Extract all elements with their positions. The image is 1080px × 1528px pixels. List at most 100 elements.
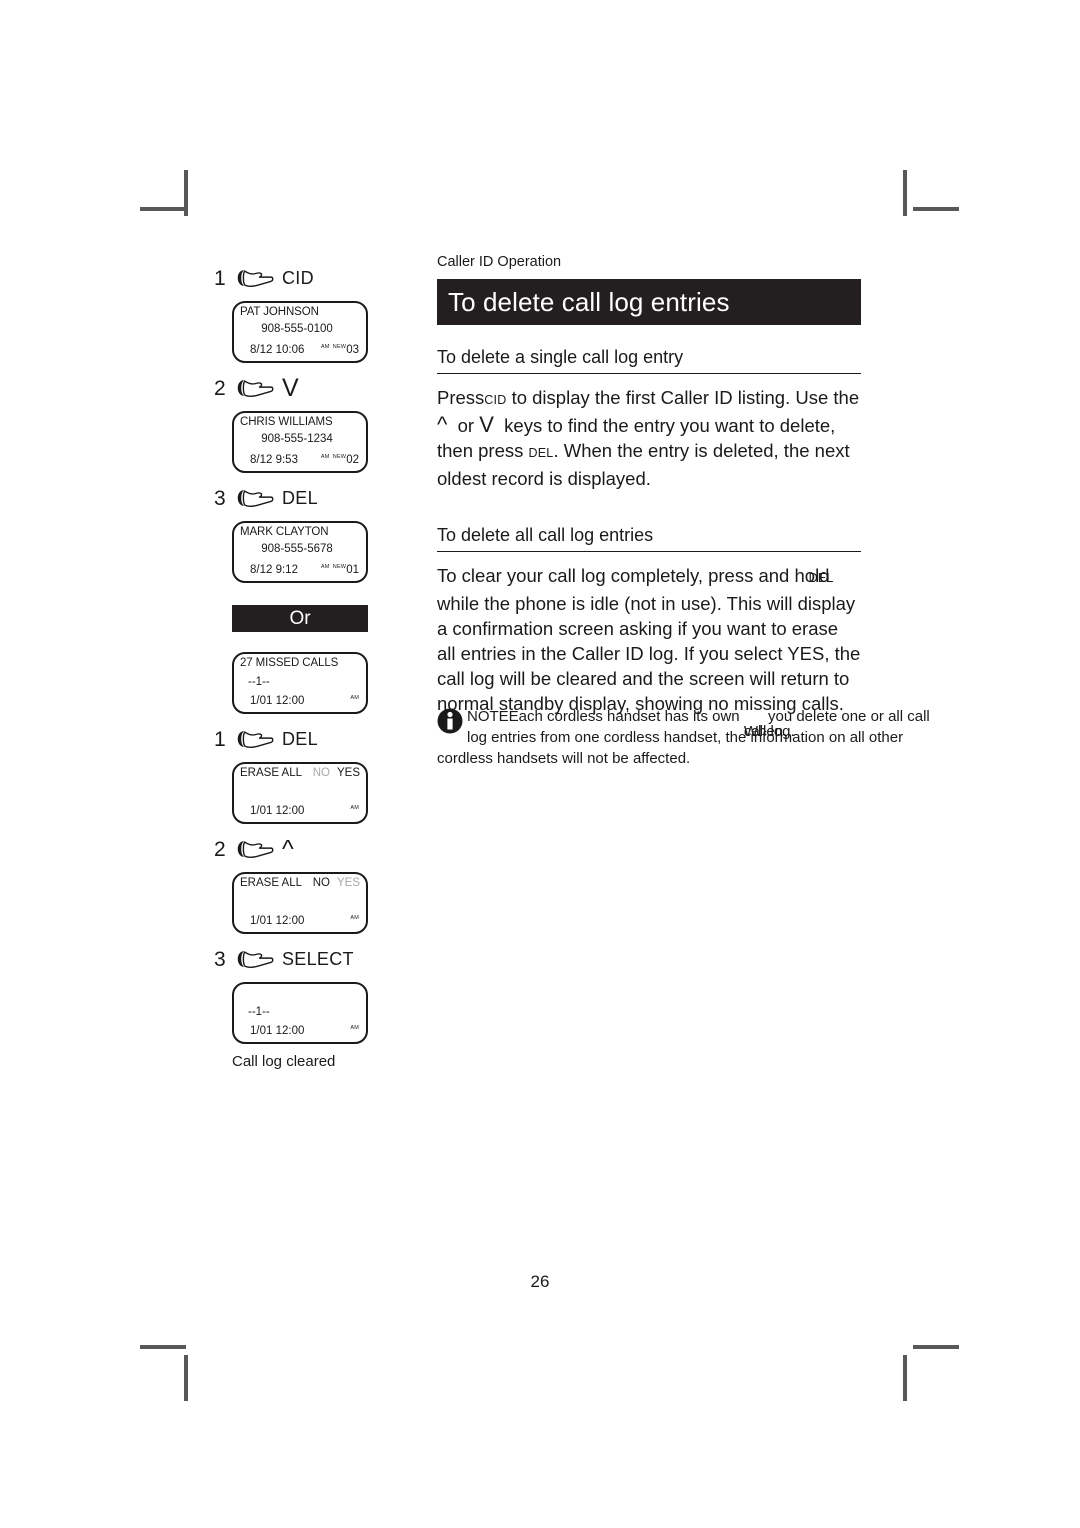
- lcd-flag-am: AM: [350, 1025, 359, 1031]
- lcd-record-index: 01: [346, 564, 359, 576]
- step-number: 1: [214, 727, 226, 751]
- key-up-arrow: ^: [437, 412, 448, 437]
- pointing-hand-icon: [236, 727, 276, 751]
- crop-mark-top-right-horizontal: [913, 207, 959, 211]
- lcd-status-flags: AM: [350, 805, 359, 817]
- step-row-all-2: 2 ^: [214, 833, 406, 865]
- key-del: DEL: [808, 571, 834, 585]
- lcd-option-no: NO: [312, 767, 330, 779]
- step-row-single-1: 1 CID: [214, 262, 406, 294]
- lcd-handset-id: --1--: [248, 676, 270, 688]
- lcd-caller-number: 908-555-1234: [261, 433, 333, 445]
- lcd-screen-chris-williams: CHRIS WILLIAMS 908-555-1234 8/12 9:53 AM…: [232, 411, 368, 473]
- section-body-all: To clear your call log completely, press…: [437, 563, 861, 716]
- crop-mark-bottom-left-vertical: [184, 1355, 188, 1401]
- lcd-screen-call-log-cleared: --1-- 1/01 12:00 AM: [232, 982, 368, 1044]
- key-down-arrow: V: [479, 412, 494, 437]
- pointing-hand-icon: [236, 837, 276, 861]
- step-key-label: DEL: [282, 487, 318, 508]
- step-number: 3: [214, 947, 226, 971]
- content-column: Caller ID Operation To delete call log e…: [437, 254, 861, 716]
- page-number: 26: [530, 1272, 550, 1291]
- lcd-option-yes: YES: [336, 877, 360, 889]
- lcd-status-flags: AM: [350, 1025, 359, 1037]
- lcd-screen-erase-all-no: ERASE ALL NO YES 1/01 12:00 AM: [232, 872, 368, 934]
- lcd-status-flags: AM NEW03: [321, 344, 359, 356]
- lcd-date-time: 1/01 12:00: [250, 805, 305, 817]
- section-body-single: PressCID to display the first Caller ID …: [437, 385, 861, 491]
- lcd-date-time: 8/12 9:53: [250, 454, 298, 466]
- body-text-part: to display the first Caller ID listing. …: [506, 387, 860, 408]
- section-heading-all: To delete all call log entries: [437, 525, 861, 552]
- page-title: To delete call log entries: [448, 286, 730, 317]
- step-key-label: CID: [282, 267, 314, 288]
- lcd-handset-id: --1--: [248, 1006, 270, 1018]
- illustration-caption: Call log cleared: [232, 1053, 336, 1070]
- step-number: 2: [214, 376, 226, 400]
- lcd-screen-erase-all-yes: ERASE ALL NO YES 1/01 12:00 AM: [232, 762, 368, 824]
- lcd-screen-pat-johnson: PAT JOHNSON 908-555-0100 8/12 10:06 AM N…: [232, 301, 368, 363]
- step-row-all-1: 1 DEL: [214, 723, 406, 755]
- lcd-status-flags: AM: [350, 915, 359, 927]
- pointing-hand-icon: [236, 376, 276, 400]
- note-block: NOTEEach cordless handset has its own ca…: [437, 706, 942, 769]
- lcd-option-yes: YES: [336, 767, 360, 779]
- body-text-part: To clear your call log completely, press…: [437, 565, 835, 586]
- lcd-flag-new: NEW: [332, 454, 347, 460]
- step-row-single-2: 2 V: [214, 372, 406, 404]
- lcd-erase-all-label: ERASE ALL: [240, 767, 303, 779]
- lcd-date-time: 8/12 10:06: [250, 344, 305, 356]
- step-number: 1: [214, 266, 226, 290]
- body-text-part: Press: [437, 387, 485, 408]
- lcd-status-flags: AM NEW02: [321, 454, 359, 466]
- step-row-single-3: 3 DEL: [214, 482, 406, 514]
- lcd-caller-number: 908-555-0100: [261, 323, 333, 335]
- lcd-status-flags: AM: [350, 695, 359, 707]
- lcd-caller-name: CHRIS WILLIAMS: [240, 416, 333, 428]
- info-icon: [437, 708, 463, 734]
- lcd-flag-new: NEW: [332, 344, 347, 350]
- step-number: 3: [214, 486, 226, 510]
- lcd-caller-name: PAT JOHNSON: [240, 306, 319, 318]
- lcd-flag-am: AM: [320, 564, 330, 570]
- step-number: 2: [214, 837, 226, 861]
- lcd-record-index: 02: [346, 454, 359, 466]
- or-separator-banner: Or: [232, 605, 368, 632]
- lcd-flag-am: AM: [350, 805, 359, 811]
- pointing-hand-icon: [236, 266, 276, 290]
- lcd-screen-mark-clayton: MARK CLAYTON 908-555-5678 8/12 9:12 AM N…: [232, 521, 368, 583]
- key-cid: CID: [484, 393, 507, 407]
- running-head: Caller ID Operation: [437, 254, 562, 270]
- page-title-banner: To delete call log entries: [437, 279, 861, 325]
- lcd-flag-new: NEW: [332, 564, 347, 570]
- lcd-record-index: 03: [346, 344, 359, 356]
- note-text-part: Each cordless handset has its own: [508, 708, 744, 725]
- crop-mark-bottom-right-vertical: [903, 1355, 907, 1401]
- lcd-date-time: 1/01 12:00: [250, 695, 305, 707]
- crop-mark-bottom-left-horizontal: [140, 1345, 186, 1349]
- pointing-hand-icon: [236, 947, 276, 971]
- lcd-date-time: 8/12 9:12: [250, 564, 298, 576]
- note-label: NOTE: [467, 708, 509, 725]
- step-key-label: SELECT: [282, 948, 354, 969]
- lcd-erase-all-label: ERASE ALL: [240, 877, 303, 889]
- pointing-hand-icon: [236, 486, 276, 510]
- step-key-label: DEL: [282, 728, 318, 749]
- lcd-option-no: NO: [312, 877, 330, 889]
- manual-page: 1 CID PAT JOHNSON 908-555-0100 8/12 10:0…: [0, 0, 1080, 1528]
- body-text-part: while the phone is idle (not in use). Th…: [437, 593, 861, 714]
- step-row-all-3: 3 SELECT: [214, 943, 406, 975]
- lcd-date-time: 1/01 12:00: [250, 915, 305, 927]
- key-del: DEL: [528, 446, 554, 460]
- step-key-up-arrow: ^: [282, 834, 295, 863]
- note-overlap-b: When: [743, 723, 783, 740]
- lcd-flag-am: AM: [350, 915, 359, 921]
- crop-mark-top-left-horizontal: [140, 207, 186, 211]
- lcd-missed-calls-label: 27 MISSED CALLS: [240, 657, 339, 669]
- illustration-column: 1 CID PAT JOHNSON 908-555-0100 8/12 10:0…: [206, 262, 406, 1070]
- lcd-status-flags: AM NEW01: [321, 564, 359, 576]
- or-label: Or: [289, 607, 311, 629]
- section-heading-single: To delete a single call log entry: [437, 347, 861, 374]
- lcd-flag-am: AM: [320, 344, 330, 350]
- lcd-caller-number: 908-555-5678: [261, 543, 333, 555]
